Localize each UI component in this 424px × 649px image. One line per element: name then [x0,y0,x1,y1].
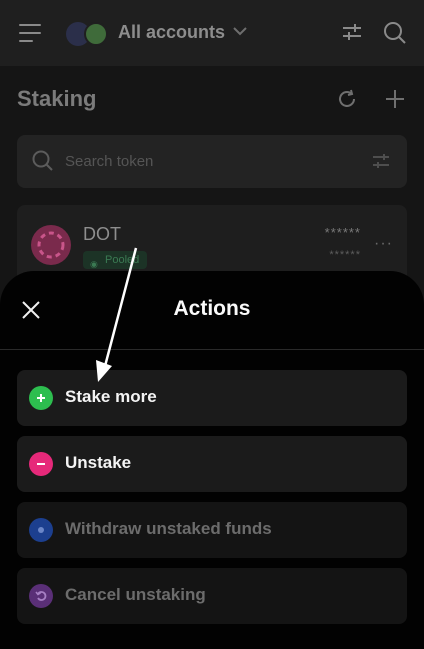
search-placeholder: Search token [65,153,154,170]
withdraw-icon [29,518,53,542]
search-input[interactable]: Search token [17,135,407,188]
actions-sheet: Actions Stake more Unstake Withdraw unst… [0,271,424,649]
minus-circle-icon [29,452,53,476]
withdraw-unstaked-funds-button[interactable]: Withdraw unstaked funds [17,502,407,558]
unstake-label: Unstake [65,453,132,472]
menu-icon[interactable] [19,24,41,44]
add-icon[interactable] [384,88,406,110]
search-icon[interactable] [382,20,408,46]
top-bar: All accounts [0,0,424,66]
account-avatar [84,22,108,46]
sheet-title: Actions [173,297,251,320]
stake-more-button[interactable]: Stake more [17,370,407,426]
more-options-icon[interactable]: ··· [374,235,393,253]
divider [0,349,424,350]
search-icon [31,149,55,173]
cancel-unstaking-label: Cancel unstaking [65,585,206,604]
withdraw-label: Withdraw unstaked funds [65,519,272,538]
cancel-unstaking-button[interactable]: Cancel unstaking [17,568,407,624]
filter-icon[interactable] [371,151,393,171]
stake-more-label: Stake more [65,387,157,406]
pooled-badge-label: Pooled [105,254,140,266]
token-name: DOT [83,224,121,244]
polkadot-logo-icon [31,225,71,265]
page-title: Staking [17,86,97,111]
filter-settings-icon[interactable] [340,20,366,46]
plus-circle-icon [29,386,53,410]
staked-value: ****** [329,249,361,261]
refresh-icon[interactable] [336,88,358,110]
undo-icon [29,584,53,608]
unstake-button[interactable]: Unstake [17,436,407,492]
account-avatars[interactable] [66,22,112,46]
account-selector-label[interactable]: All accounts [118,22,225,43]
pooled-badge: ◉ Pooled [83,251,148,269]
chevron-down-icon[interactable] [232,23,248,42]
staked-balance: ****** [324,225,361,240]
